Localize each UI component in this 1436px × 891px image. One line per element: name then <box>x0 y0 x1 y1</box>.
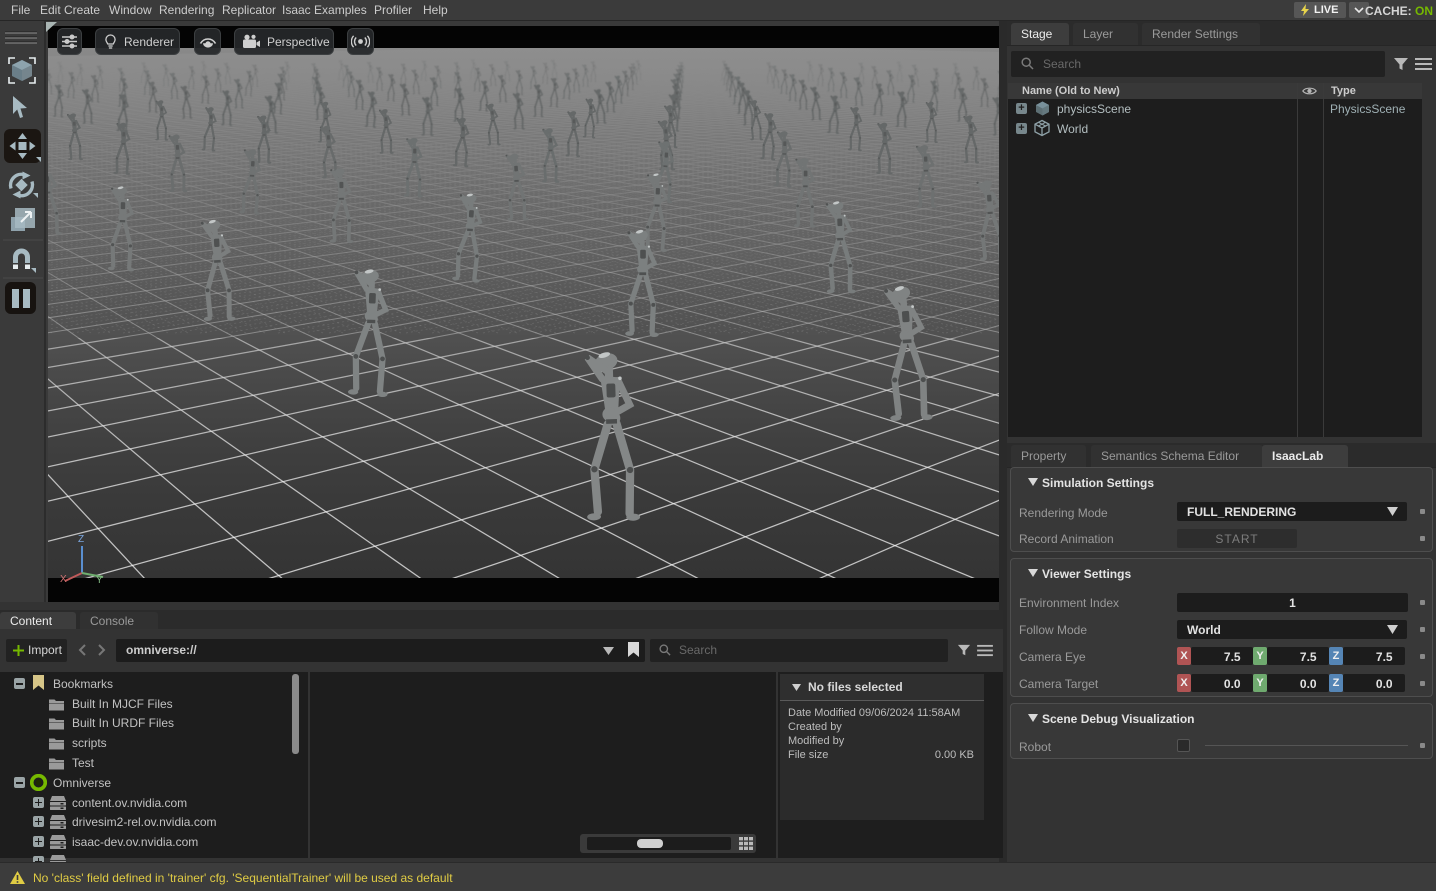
svg-text:Z: Z <box>78 535 84 545</box>
svg-text:Y: Y <box>96 575 103 586</box>
svg-text:X: X <box>60 574 67 585</box>
